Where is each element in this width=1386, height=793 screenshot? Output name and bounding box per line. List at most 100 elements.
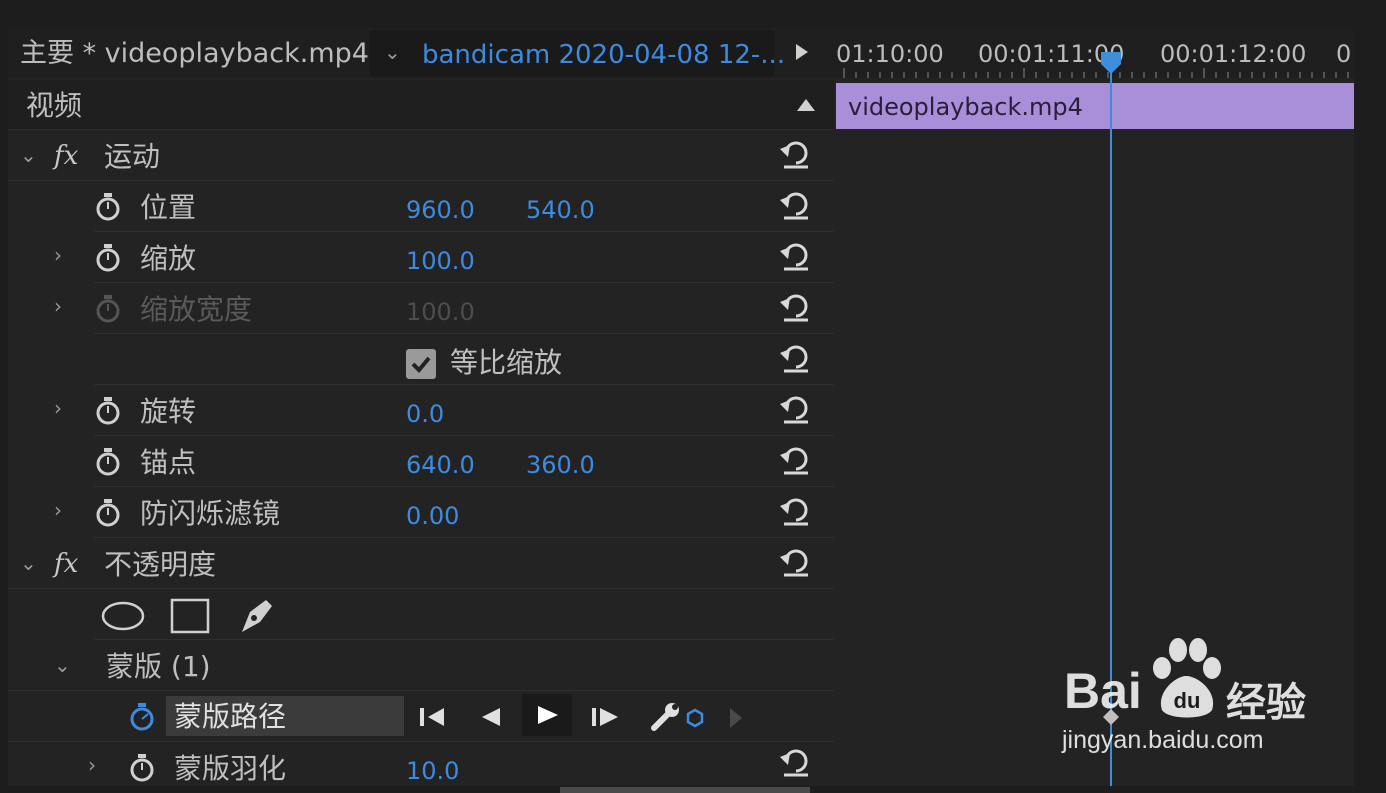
rotation-value[interactable]: 0.0 — [406, 402, 444, 426]
track-forward-button[interactable] — [522, 694, 572, 736]
property-label: 位置 — [140, 191, 197, 224]
reset-icon[interactable] — [778, 394, 814, 424]
reset-icon[interactable] — [778, 139, 814, 169]
reset-icon[interactable] — [778, 241, 814, 271]
section-title: 视频 — [26, 89, 83, 122]
chevron-right-icon[interactable]: › — [54, 500, 62, 520]
reset-icon[interactable] — [778, 496, 814, 526]
watermark-brand: Bai — [1064, 663, 1142, 719]
property-label: 缩放宽度 — [140, 293, 253, 326]
mask-group[interactable]: ⌄ 蒙版 (1) — [8, 641, 834, 691]
chevron-right-icon[interactable]: › — [54, 398, 62, 418]
chevron-down-icon[interactable]: ⌄ — [54, 655, 71, 675]
timecode: 0 — [1336, 40, 1352, 68]
property-rotation: › 旋转 0.0 — [54, 386, 834, 436]
ruler-ticks — [843, 68, 1349, 78]
clip-name: videoplayback.mp4 — [848, 93, 1083, 121]
reset-icon[interactable] — [778, 747, 814, 777]
watermark-url: jingyan.baidu.com — [1062, 726, 1264, 754]
timecode: 01:10:00 — [836, 40, 944, 68]
ellipse-mask-icon[interactable] — [100, 600, 146, 632]
stopwatch-icon[interactable] — [94, 243, 122, 273]
track-backward-icon[interactable] — [478, 706, 502, 728]
expand-right-icon[interactable] — [728, 706, 744, 730]
property-anchor-point: 锚点 640.0 360.0 — [94, 437, 834, 487]
wrench-icon[interactable] — [648, 700, 682, 732]
playhead-handle[interactable] — [1099, 50, 1123, 76]
property-label: 蒙版羽化 — [174, 752, 287, 785]
reset-icon[interactable] — [778, 292, 814, 322]
position-y-value[interactable]: 540.0 — [526, 198, 595, 222]
property-position: 位置 960.0 540.0 — [94, 182, 834, 232]
chevron-down-icon[interactable]: ⌄ — [20, 553, 37, 573]
chevron-right-icon[interactable]: › — [54, 245, 62, 265]
property-scale: › 缩放 100.0 — [54, 233, 834, 283]
fx-icon[interactable]: fx — [54, 551, 78, 577]
property-uniform-scale: 等比缩放 — [94, 335, 834, 385]
collapse-up-icon[interactable] — [796, 98, 816, 112]
mask-feather-value[interactable]: 10.0 — [406, 759, 459, 783]
effect-name: 运动 — [104, 140, 161, 173]
reset-icon[interactable] — [778, 445, 814, 475]
property-label: 锚点 — [140, 446, 197, 479]
baidu-watermark: Bai du 经验 jingyan.baidu.com — [1060, 636, 1340, 766]
anchor-x-value[interactable]: 640.0 — [406, 453, 475, 477]
timeline-clip[interactable]: videoplayback.mp4 — [836, 83, 1354, 129]
reset-icon[interactable] — [778, 343, 814, 373]
reset-icon[interactable] — [778, 190, 814, 220]
property-label: 旋转 — [140, 395, 197, 428]
scale-value[interactable]: 100.0 — [406, 249, 475, 273]
stopwatch-icon[interactable] — [94, 498, 122, 528]
chevron-down-icon[interactable]: ⌄ — [20, 145, 37, 165]
watermark-brand-2: 经验 — [1226, 680, 1306, 726]
mask-group-label: 蒙版 (1) — [106, 650, 211, 683]
pen-mask-icon[interactable] — [236, 596, 276, 636]
sequence-label: bandicam 2020-04-08 12-... — [422, 40, 786, 70]
paw-logo-icon: du — [1153, 638, 1221, 718]
antiflicker-value[interactable]: 0.00 — [406, 504, 459, 528]
position-x-value[interactable]: 960.0 — [406, 198, 475, 222]
effect-name: 不透明度 — [104, 548, 217, 581]
anchor-y-value[interactable]: 360.0 — [526, 453, 595, 477]
property-label: 防闪烁滤镜 — [140, 497, 281, 530]
effect-motion[interactable]: ⌄ fx 运动 — [8, 131, 834, 181]
track-method-icon[interactable] — [686, 708, 704, 728]
stopwatch-icon — [96, 295, 120, 323]
fx-icon[interactable]: fx — [54, 143, 78, 169]
property-mask-path: 蒙版路径 — [8, 692, 834, 742]
reset-icon[interactable] — [778, 547, 814, 577]
expand-timeline-icon[interactable] — [794, 42, 810, 78]
property-scale-width: › 缩放宽度 100.0 — [54, 284, 834, 334]
property-antiflicker: › 防闪烁滤镜 0.00 — [54, 488, 834, 538]
sequence-dropdown[interactable]: ⌄ bandicam 2020-04-08 12-... — [370, 30, 785, 76]
timecode: 00:01:12:00 — [1160, 40, 1307, 68]
horizontal-scrollbar[interactable] — [560, 787, 810, 793]
play-icon — [538, 706, 558, 724]
mask-path-label-box: 蒙版路径 — [166, 696, 404, 736]
track-backward-one-icon[interactable] — [418, 706, 448, 728]
section-video: 视频 — [8, 80, 834, 130]
property-label: 蒙版路径 — [174, 700, 287, 733]
effect-opacity[interactable]: ⌄ fx 不透明度 — [8, 539, 834, 589]
stopwatch-icon[interactable] — [128, 702, 156, 732]
chevron-down-icon: ⌄ — [384, 40, 401, 64]
rectangle-mask-icon[interactable] — [170, 598, 210, 634]
chevron-right-icon[interactable]: › — [88, 755, 96, 775]
property-label: 缩放 — [140, 242, 197, 275]
effect-controls-panel: 主要 * videoplayback.mp4 ⌄ bandicam 2020-0… — [8, 28, 834, 793]
checkmark-icon — [411, 356, 431, 373]
master-clip-label[interactable]: 主要 * videoplayback.mp4 — [20, 40, 369, 67]
track-forward-one-icon[interactable] — [590, 706, 620, 728]
chevron-right-icon[interactable]: › — [54, 296, 62, 316]
svg-text:du: du — [1174, 688, 1201, 713]
uniform-scale-checkbox[interactable] — [406, 349, 436, 379]
scale-width-value: 100.0 — [406, 298, 475, 326]
mask-tools-row — [94, 590, 834, 640]
panel-header: 主要 * videoplayback.mp4 ⌄ bandicam 2020-0… — [8, 28, 834, 78]
stopwatch-icon[interactable] — [94, 192, 122, 222]
stopwatch-icon[interactable] — [94, 396, 122, 426]
time-ruler[interactable]: 01:10:00 00:01:11:00 00:01:12:00 0 — [834, 28, 1354, 78]
stopwatch-icon[interactable] — [94, 447, 122, 477]
checkbox-label: 等比缩放 — [450, 346, 563, 379]
stopwatch-icon[interactable] — [128, 753, 156, 783]
